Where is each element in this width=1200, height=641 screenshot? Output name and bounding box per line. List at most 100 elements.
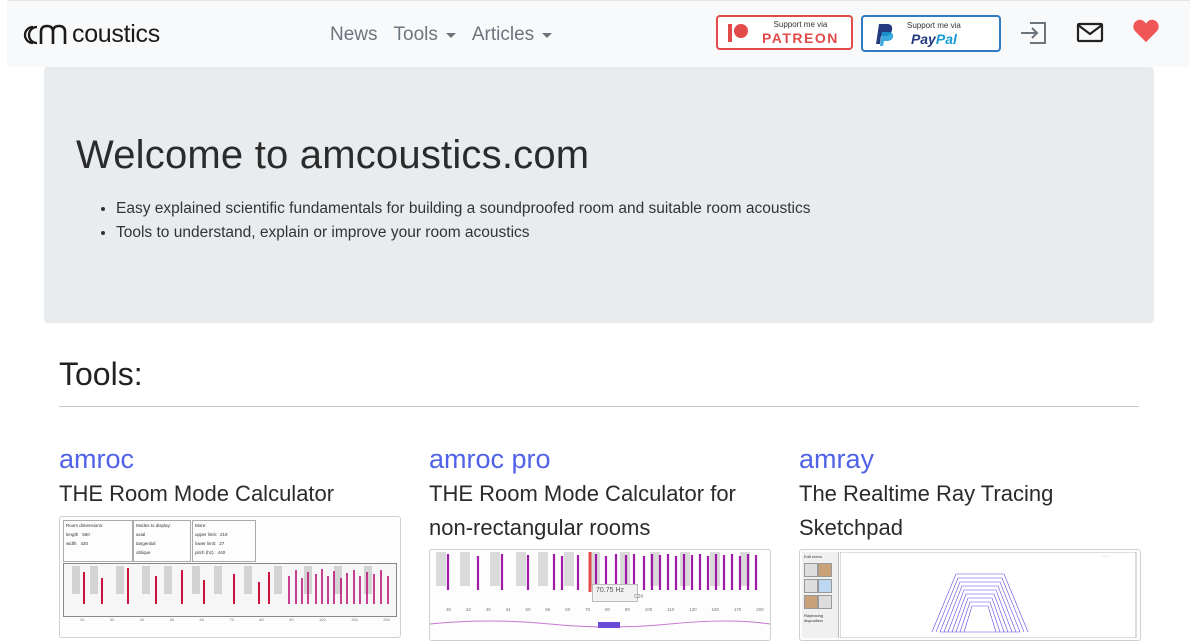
thumb-value: 560 [82,532,90,537]
thumb-label: axial [136,532,146,537]
frequency-tooltip: 70.75 Hz [592,584,638,602]
ray-tracing-canvas: ······ [840,552,1137,638]
tick-label: 100 [319,617,326,622]
tick-label: 70 [229,617,234,622]
tool-link-amray[interactable]: amray [799,441,1139,477]
tick-label: 150 [711,607,720,612]
pro-bottom-curve [430,620,770,628]
main-nav: News Tools Articles [330,24,553,46]
amroc-screenshot[interactable]: Room dimensions: length 560 width 420 Mode… [59,516,401,638]
room-dimensions-box: Room dimensions: length 560 width 420 [63,520,133,562]
paypal-button[interactable]: Support me via PayPal [861,15,1001,52]
tick-label: 40 [485,607,491,612]
chevron-down-icon [542,32,553,38]
thumb-row: lower limit: 27 [195,539,255,548]
tool-card-amroc: amroc THE Room Mode Calculator [59,441,399,511]
sign-in-icon[interactable] [1018,20,1048,46]
navbar: coustics News Tools Articles Support me … [7,0,1190,67]
thumb-row: width 420 [66,539,132,548]
pen-tool-icon[interactable] [804,563,818,577]
thumb-row: length 560 [66,530,132,539]
tick-label: 80 [605,607,611,612]
site-logo[interactable]: coustics [23,18,160,50]
tool-link-amroc-pro[interactable]: amroc pro [429,441,769,477]
modes-box: Modes to display: axial tangential obliq… [133,520,191,562]
tick-label: 150 [351,617,358,622]
tick-label: 90 [624,607,630,612]
tool-link-amroc[interactable]: amroc [59,441,399,477]
intro-list: Easy explained scientific fundamentals f… [76,197,810,245]
thumb-label: length [66,532,79,537]
thumb-value: 420 [80,541,89,546]
thumb-label: Modes to display: [136,523,172,528]
patreon-icon [728,23,748,42]
thumb-value: 219 [220,532,228,537]
heart-icon[interactable] [1131,18,1161,44]
thumb-label: upper limit: [195,532,218,537]
help-icon[interactable] [818,595,832,609]
paypal-support-text: Support me via [907,20,961,30]
thumb-value: 440 [217,550,226,555]
thumb-label: More: [195,523,207,528]
logo-text: coustics [72,19,160,48]
thumb-value: 27 [219,541,225,546]
intro-bullet: Tools to understand, explain or improve … [116,221,810,245]
tick-label: 130 [689,607,697,612]
tool-description: THE Room Mode Calculator [59,481,335,506]
tick-label: 110 [667,607,675,612]
tool-palette [802,561,838,611]
line-tool-icon[interactable] [804,579,818,593]
thumb-label: oblique [136,550,151,555]
patreon-button[interactable]: Support me via PATREON [716,15,853,50]
patreon-support-text: Support me via [773,19,828,29]
tool-card-amray: amray The Realtime Ray Tracing Sketchpad [799,441,1139,545]
material-tool-icon[interactable] [804,595,818,609]
raytracing-note: Raytracing disposition [804,613,824,623]
tools-heading: Tools: [59,356,143,392]
tool-card-amroc-pro: amroc pro THE Room Mode Calculator for n… [429,441,769,545]
paypal-label-b: Pal [935,30,957,47]
tick-label: 50 [169,617,175,622]
mode-bars [72,566,389,604]
chevron-down-icon [445,32,456,38]
edit-menu-title: Edit menu [804,554,823,559]
divider [59,406,1139,407]
move-tool-icon[interactable] [818,579,832,593]
tick-label: 40 [139,617,145,622]
nav-tools-dropdown[interactable]: Tools [394,24,456,46]
brush-tool-icon[interactable] [818,563,832,577]
tick-label: 200 [383,617,390,622]
svg-text:······: ······ [1102,555,1109,559]
thumb-label: pitch (hz): [195,550,215,555]
nav-news[interactable]: News [330,24,378,46]
tooltip-frequency: 70.75 Hz [596,587,625,594]
nav-articles-dropdown[interactable]: Articles [471,24,553,46]
welcome-jumbotron: Welcome to amcoustics.com Easy explained… [44,67,1154,323]
tick-label: 30 [446,607,452,612]
tick-label: 20 [80,617,85,622]
nav-articles-label: Articles [471,24,535,45]
tick-label: 80 [259,617,264,622]
mail-icon[interactable] [1075,20,1105,46]
tooltip-note: C2# [634,594,644,600]
tool-description: The Realtime Ray Tracing Sketchpad [799,481,1054,540]
thumb-label: Room dimensions: [66,523,104,528]
amroc-pro-screenshot[interactable]: 70.75 Hz C2# 30 32 40 44 50 56 60 70 80 90 100 110 1… [429,549,771,641]
paypal-icon [876,23,894,46]
tick-label: 70 [585,607,591,612]
modes-chart [63,563,397,617]
tool-description: THE Room Mode Calculator for non-rectang… [429,481,736,540]
amray-screenshot[interactable]: Edit menu Raytracing disposition ······ [799,549,1141,641]
thumb-label: lower limit: [195,541,217,546]
thumb-label: width [66,541,77,546]
paypal-label-a: Pay [910,30,936,47]
axis-ticks: 20 30 40 50 60 70 80 90 100 150 200 [80,617,390,622]
edit-menu-panel: Edit menu Raytracing disposition [802,552,839,638]
tick-label: 50 [525,607,531,612]
tick-label: 44 [505,607,511,612]
more-box: More: upper limit: 219 lower limit: 27 pit… [192,520,256,562]
axis-ticks: 30 32 40 44 50 56 60 70 80 90 100 110 130 150 170 200 [446,607,764,612]
intro-bullet: Easy explained scientific fundamentals f… [116,197,810,221]
thumb-row: pitch (hz): 440 [195,548,255,557]
tick-label: 60 [565,607,571,612]
